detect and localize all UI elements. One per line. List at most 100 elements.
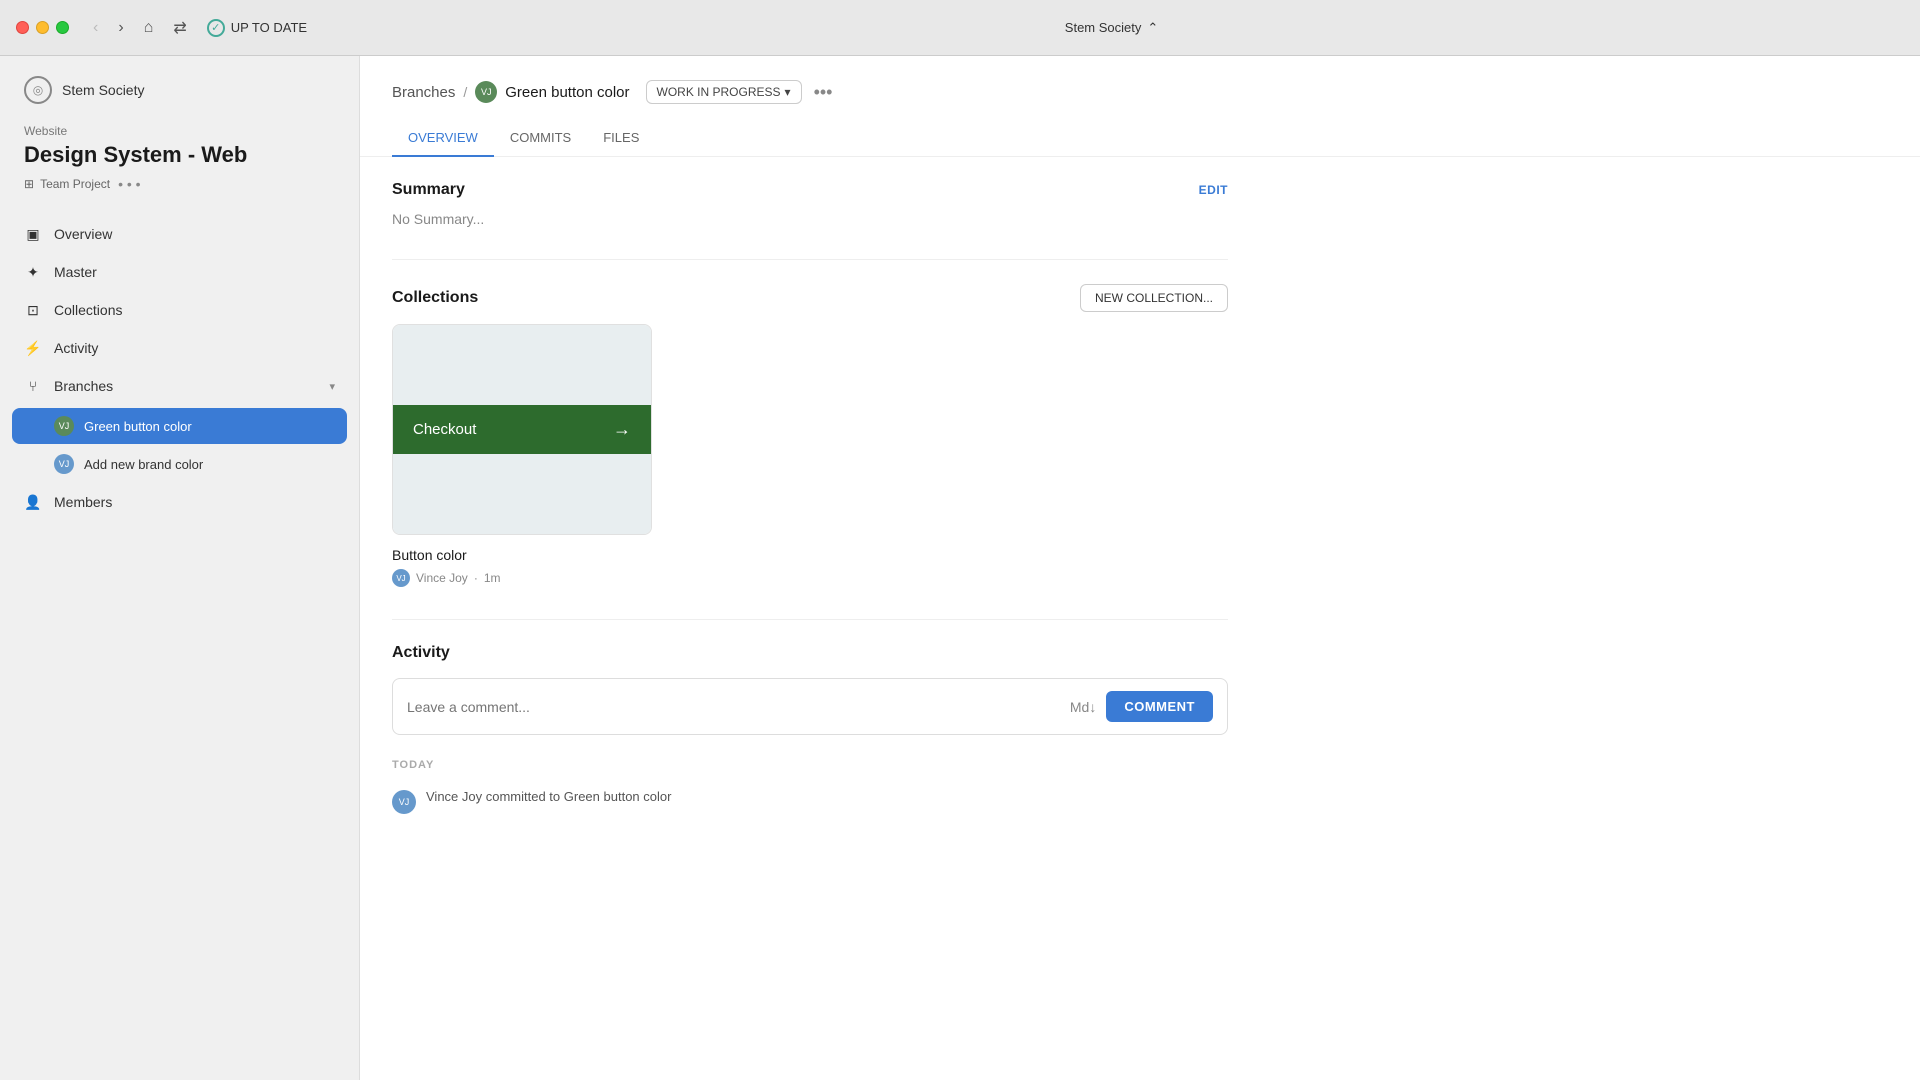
app-body: ◎ Stem Society Website Design System - W… bbox=[0, 56, 1920, 1080]
breadcrumb: Branches / VJ Green button color WORK IN… bbox=[392, 80, 1888, 104]
activity-title: Activity bbox=[392, 644, 1228, 662]
workspace-selector[interactable]: Stem Society ⌃ bbox=[1065, 20, 1159, 36]
tab-files[interactable]: FILES bbox=[587, 120, 655, 157]
activity-item: VJ Vince Joy committed to Green button c… bbox=[392, 783, 1228, 820]
back-button[interactable]: ‹ bbox=[89, 15, 102, 41]
overview-icon: ▣ bbox=[24, 225, 42, 243]
brand-icon: ◎ bbox=[24, 76, 52, 104]
page-more-button[interactable]: ••• bbox=[810, 82, 837, 103]
project-title: Design System - Web bbox=[24, 142, 335, 168]
branch-item-add-brand-color[interactable]: VJ Add new brand color bbox=[12, 446, 347, 482]
collection-card-top bbox=[393, 325, 651, 405]
team-project-label: Team Project bbox=[40, 177, 110, 191]
summary-header: Summary EDIT bbox=[392, 181, 1228, 199]
sidebar-brand: ◎ Stem Society bbox=[0, 76, 359, 124]
divider bbox=[392, 259, 1228, 260]
members-icon: 👤 bbox=[24, 493, 42, 511]
sidebar-item-master[interactable]: ✦ Master bbox=[12, 254, 347, 290]
edit-summary-button[interactable]: EDIT bbox=[1199, 183, 1228, 197]
main-content: Branches / VJ Green button color WORK IN… bbox=[360, 56, 1920, 1080]
tab-commits[interactable]: COMMITS bbox=[494, 120, 587, 157]
sidebar-item-activity[interactable]: ⚡ Activity bbox=[12, 330, 347, 366]
branch-item-label: Green button color bbox=[84, 419, 192, 434]
author-name: Vince Joy bbox=[416, 571, 468, 585]
tab-overview[interactable]: OVERVIEW bbox=[392, 120, 494, 157]
collection-card[interactable]: Checkout → bbox=[392, 324, 652, 535]
comment-input-row: Md↓ COMMENT bbox=[392, 678, 1228, 735]
master-icon: ✦ bbox=[24, 263, 42, 281]
summary-section: Summary EDIT No Summary... bbox=[392, 181, 1228, 227]
collection-name: Button color bbox=[392, 547, 1228, 563]
activity-avatar: VJ bbox=[392, 790, 416, 814]
branch-page-avatar: VJ bbox=[475, 81, 497, 103]
sidebar-nav: ▣ Overview ✦ Master ⊡ Collections ⚡ Acti… bbox=[0, 216, 359, 520]
forward-button[interactable]: › bbox=[114, 15, 127, 41]
wip-chevron-icon: ▾ bbox=[785, 85, 791, 99]
breadcrumb-separator: / bbox=[463, 84, 467, 100]
collection-card-bottom bbox=[393, 454, 651, 534]
home-button[interactable]: ⌂ bbox=[140, 15, 158, 41]
sync-status-label: UP TO DATE bbox=[231, 20, 307, 35]
minimize-button[interactable] bbox=[36, 21, 49, 34]
fullscreen-button[interactable] bbox=[56, 21, 69, 34]
author-avatar: VJ bbox=[392, 569, 410, 587]
sidebar: ◎ Stem Society Website Design System - W… bbox=[0, 56, 360, 1080]
collection-card-preview: Checkout → bbox=[393, 405, 651, 454]
sidebar-item-label: Overview bbox=[54, 226, 335, 242]
sidebar-item-collections[interactable]: ⊡ Collections bbox=[12, 292, 347, 328]
brand-name: Stem Society bbox=[62, 82, 144, 98]
collection-author: VJ Vince Joy · 1m bbox=[392, 569, 1228, 587]
workspace-name: Stem Society bbox=[1065, 20, 1142, 35]
page-body: Summary EDIT No Summary... Collections N… bbox=[360, 157, 1260, 844]
sidebar-item-label: Activity bbox=[54, 340, 335, 356]
page-title: Green button color bbox=[505, 84, 629, 101]
activity-icon: ⚡ bbox=[24, 339, 42, 357]
project-more-button[interactable]: • • • bbox=[116, 176, 142, 192]
traffic-lights bbox=[16, 21, 69, 34]
comment-input[interactable] bbox=[407, 699, 1060, 715]
sync-check-icon: ✓ bbox=[207, 19, 225, 37]
branch-item-label: Add new brand color bbox=[84, 457, 203, 472]
sidebar-item-members[interactable]: 👤 Members bbox=[12, 484, 347, 520]
comment-button[interactable]: COMMENT bbox=[1106, 691, 1213, 722]
breadcrumb-parent-link[interactable]: Branches bbox=[392, 84, 455, 101]
team-icon: ⊞ bbox=[24, 177, 34, 191]
collection-meta: Button color VJ Vince Joy · 1m bbox=[392, 547, 1228, 587]
project-meta: ⊞ Team Project • • • bbox=[24, 176, 335, 192]
today-label: TODAY bbox=[392, 759, 1228, 771]
sidebar-item-label: Members bbox=[54, 494, 335, 510]
new-collection-button[interactable]: NEW COLLECTION... bbox=[1080, 284, 1228, 312]
workspace-chevron-icon: ⌃ bbox=[1147, 20, 1158, 36]
branches-submenu: VJ Green button color VJ Add new brand c… bbox=[12, 408, 347, 482]
page-header: Branches / VJ Green button color WORK IN… bbox=[360, 56, 1920, 157]
collections-title: Collections bbox=[392, 289, 478, 307]
sidebar-item-label: Collections bbox=[54, 302, 335, 318]
sync-status: ✓ UP TO DATE bbox=[207, 19, 307, 37]
wip-badge-label: WORK IN PROGRESS bbox=[657, 85, 781, 99]
close-button[interactable] bbox=[16, 21, 29, 34]
project-context: Website bbox=[24, 124, 335, 138]
sync-button[interactable]: ⇄ bbox=[169, 14, 190, 42]
titlebar: ‹ › ⌂ ⇄ ✓ UP TO DATE Stem Society ⌃ bbox=[0, 0, 1920, 56]
branch-avatar: VJ bbox=[54, 416, 74, 436]
time-sep: · bbox=[474, 571, 478, 585]
activity-text: Vince Joy committed to Green button colo… bbox=[426, 789, 671, 804]
sidebar-item-label: Master bbox=[54, 264, 335, 280]
activity-section: Activity Md↓ COMMENT TODAY VJ Vince Joy … bbox=[392, 644, 1228, 820]
checkout-label: Checkout bbox=[413, 421, 476, 438]
sidebar-item-branches[interactable]: ⑂ Branches ▾ bbox=[12, 368, 347, 404]
chevron-down-icon: ▾ bbox=[329, 380, 335, 393]
divider-2 bbox=[392, 619, 1228, 620]
collection-time: 1m bbox=[484, 571, 501, 585]
collections-header: Collections NEW COLLECTION... bbox=[392, 284, 1228, 312]
page-tabs: OVERVIEW COMMITS FILES bbox=[392, 120, 1888, 156]
sidebar-project: Website Design System - Web ⊞ Team Proje… bbox=[0, 124, 359, 216]
collections-icon: ⊡ bbox=[24, 301, 42, 319]
wip-badge[interactable]: WORK IN PROGRESS ▾ bbox=[646, 80, 802, 104]
breadcrumb-current: VJ Green button color bbox=[475, 81, 629, 103]
titlebar-center: Stem Society ⌃ bbox=[319, 20, 1904, 36]
branches-icon: ⑂ bbox=[24, 377, 42, 395]
branch-item-green-button-color[interactable]: VJ Green button color bbox=[12, 408, 347, 444]
sidebar-item-overview[interactable]: ▣ Overview bbox=[12, 216, 347, 252]
markdown-icon[interactable]: Md↓ bbox=[1070, 699, 1096, 715]
